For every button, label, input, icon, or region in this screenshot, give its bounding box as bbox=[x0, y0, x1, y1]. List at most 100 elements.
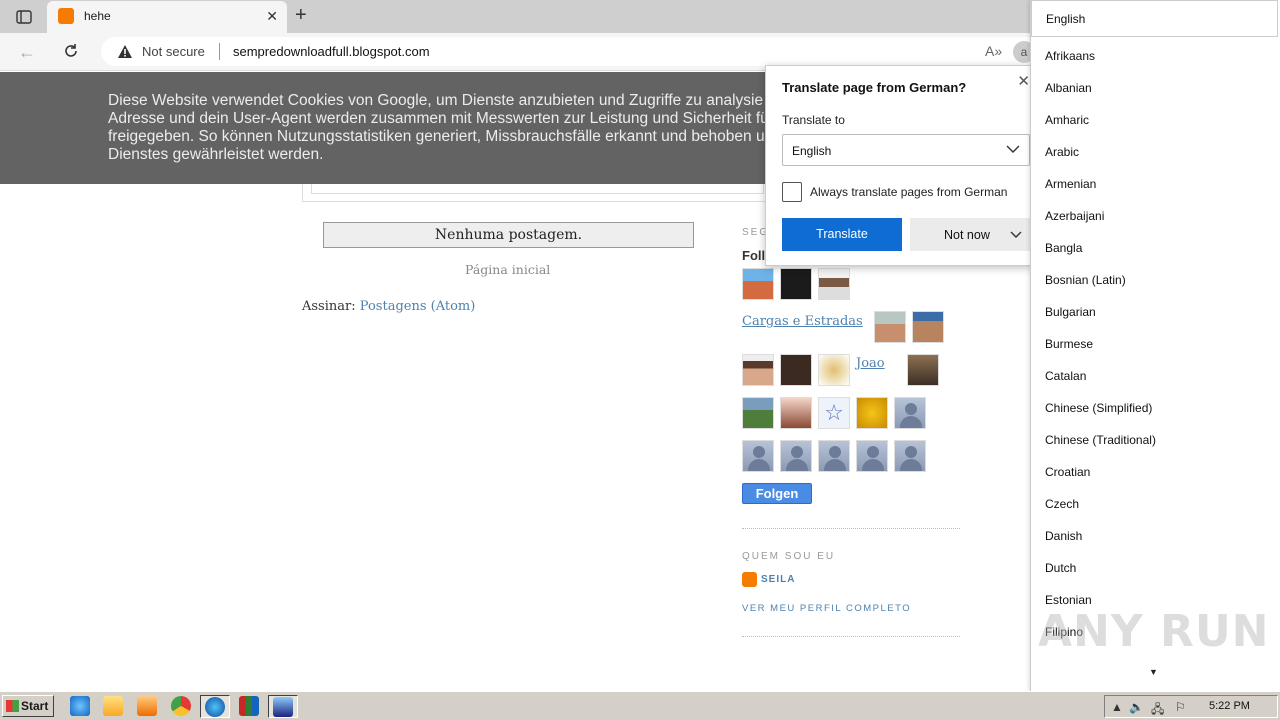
security-label[interactable]: Not secure bbox=[142, 44, 205, 59]
scroll-down-icon[interactable]: ▼ bbox=[1149, 667, 1158, 677]
app-taskbar-button[interactable] bbox=[268, 695, 298, 718]
language-option-selected[interactable]: English bbox=[1031, 0, 1278, 37]
full-profile-link[interactable]: VER MEU PERFIL COMPLETO bbox=[742, 603, 911, 614]
language-select[interactable]: English bbox=[782, 134, 1030, 166]
follower-avatar[interactable] bbox=[907, 354, 939, 386]
network-icon[interactable]: 🖧 bbox=[1151, 700, 1164, 720]
not-now-label: Not now bbox=[944, 228, 990, 242]
language-option[interactable]: Bangla bbox=[1045, 241, 1082, 255]
internet-explorer-icon[interactable] bbox=[70, 696, 90, 716]
language-option[interactable]: Czech bbox=[1045, 497, 1079, 511]
atom-feed-link[interactable]: Postagens (Atom) bbox=[360, 299, 476, 314]
follower-avatar[interactable] bbox=[780, 354, 812, 386]
language-option[interactable]: Chinese (Traditional) bbox=[1045, 433, 1156, 447]
language-option[interactable]: Bulgarian bbox=[1045, 305, 1096, 319]
follower-avatar[interactable] bbox=[874, 311, 906, 343]
follower-image-link[interactable]: Cargas e Estradas bbox=[742, 314, 863, 329]
star-avatar-icon[interactable]: ☆ bbox=[818, 397, 850, 429]
anyrun-watermark: ANY RUN bbox=[1038, 606, 1270, 657]
browser-tab[interactable]: hehe ✕ bbox=[47, 1, 287, 33]
show-hidden-icons-icon[interactable]: ▲ bbox=[1111, 700, 1123, 714]
tab-title: hehe bbox=[84, 9, 111, 23]
selected-language: English bbox=[792, 144, 832, 158]
follower-avatar[interactable] bbox=[818, 268, 850, 300]
file-explorer-icon[interactable] bbox=[103, 696, 123, 716]
chrome-icon[interactable] bbox=[171, 696, 191, 716]
winrar-icon[interactable] bbox=[239, 696, 259, 716]
start-button[interactable]: Start bbox=[2, 695, 54, 717]
language-option[interactable]: Afrikaans bbox=[1045, 49, 1095, 63]
media-player-icon[interactable] bbox=[137, 696, 157, 716]
default-avatar-icon[interactable] bbox=[856, 440, 888, 472]
author-name[interactable]: SEILA bbox=[761, 574, 795, 585]
no-posts-notice: Nenhuma postagem. bbox=[323, 222, 694, 248]
windows-logo-icon bbox=[6, 700, 19, 712]
blogger-icon bbox=[58, 8, 74, 24]
warning-icon[interactable] bbox=[117, 44, 133, 62]
post-frame-inner bbox=[311, 184, 764, 194]
language-option[interactable]: Dutch bbox=[1045, 561, 1076, 575]
edge-icon bbox=[205, 697, 225, 717]
translate-title: Translate page from German? bbox=[782, 80, 967, 95]
divider bbox=[742, 528, 960, 529]
clock[interactable]: 5:22 PM bbox=[1209, 700, 1250, 712]
translate-popup: Translate page from German? ✕ Translate … bbox=[765, 65, 1033, 266]
not-now-button[interactable]: Not now bbox=[910, 218, 1030, 251]
default-avatar-icon[interactable] bbox=[742, 440, 774, 472]
divider bbox=[742, 636, 960, 637]
action-center-flag-icon[interactable]: ⚐ bbox=[1175, 700, 1186, 714]
application-icon bbox=[273, 697, 293, 717]
address-bar[interactable]: Not secure sempredownloadfull.blogspot.c… bbox=[101, 37, 1041, 66]
language-option[interactable]: Chinese (Simplified) bbox=[1045, 401, 1152, 415]
language-option[interactable]: Danish bbox=[1045, 529, 1082, 543]
subscribe-label: Assinar: bbox=[302, 299, 356, 314]
translate-button[interactable]: Translate bbox=[782, 218, 902, 251]
address-divider bbox=[219, 43, 220, 60]
default-avatar-icon[interactable] bbox=[818, 440, 850, 472]
follower-avatar[interactable] bbox=[742, 354, 774, 386]
language-option[interactable]: Armenian bbox=[1045, 177, 1096, 191]
url-text[interactable]: sempredownloadfull.blogspot.com bbox=[233, 44, 430, 59]
language-option[interactable]: Catalan bbox=[1045, 369, 1086, 383]
chevron-down-icon bbox=[1006, 145, 1020, 153]
language-option[interactable]: Bosnian (Latin) bbox=[1045, 273, 1126, 287]
chevron-down-icon[interactable] bbox=[1008, 226, 1024, 242]
about-heading: QUEM SOU EU bbox=[742, 551, 836, 562]
home-link[interactable]: Página inicial bbox=[465, 262, 550, 277]
follower-avatar[interactable] bbox=[856, 397, 888, 429]
default-avatar-icon[interactable] bbox=[780, 440, 812, 472]
follower-avatar[interactable] bbox=[742, 397, 774, 429]
volume-icon[interactable]: 🔈 bbox=[1129, 700, 1144, 714]
reload-icon[interactable] bbox=[61, 41, 81, 61]
follower-avatar[interactable] bbox=[818, 354, 850, 386]
translate-to-label: Translate to bbox=[782, 113, 845, 127]
close-icon[interactable]: ✕ bbox=[1017, 72, 1030, 90]
default-avatar-icon[interactable] bbox=[894, 440, 926, 472]
follower-avatar[interactable] bbox=[780, 397, 812, 429]
follower-avatar[interactable] bbox=[780, 268, 812, 300]
sidebar-icon bbox=[16, 10, 32, 24]
language-option[interactable]: Arabic bbox=[1045, 145, 1079, 159]
default-avatar-icon[interactable] bbox=[894, 397, 926, 429]
language-option[interactable]: Amharic bbox=[1045, 113, 1089, 127]
follow-button[interactable]: Folgen bbox=[742, 483, 812, 504]
always-translate-label[interactable]: Always translate pages from German bbox=[810, 185, 1007, 199]
language-option[interactable]: Azerbaijani bbox=[1045, 209, 1104, 223]
close-tab-icon[interactable]: ✕ bbox=[266, 8, 278, 25]
new-tab-icon[interactable]: + bbox=[295, 5, 307, 25]
language-option[interactable]: Burmese bbox=[1045, 337, 1093, 351]
edge-taskbar-button[interactable] bbox=[200, 695, 230, 718]
language-option[interactable]: Albanian bbox=[1045, 81, 1092, 95]
blogger-profile-icon bbox=[742, 572, 757, 587]
followers-title: Foll bbox=[742, 248, 766, 263]
language-option[interactable]: Croatian bbox=[1045, 465, 1090, 479]
follower-avatar[interactable] bbox=[742, 268, 774, 300]
language-option[interactable]: Estonian bbox=[1045, 593, 1092, 607]
cookie-text: Diese Website verwendet Cookies von Goog… bbox=[108, 92, 773, 163]
read-aloud-icon[interactable]: A» bbox=[985, 43, 1002, 59]
follower-avatar[interactable] bbox=[912, 311, 944, 343]
back-arrow-icon[interactable]: ← bbox=[18, 42, 36, 63]
always-translate-checkbox[interactable] bbox=[782, 182, 802, 202]
tab-actions-button[interactable] bbox=[12, 7, 36, 27]
follower-image-link[interactable]: Joao bbox=[856, 356, 885, 371]
